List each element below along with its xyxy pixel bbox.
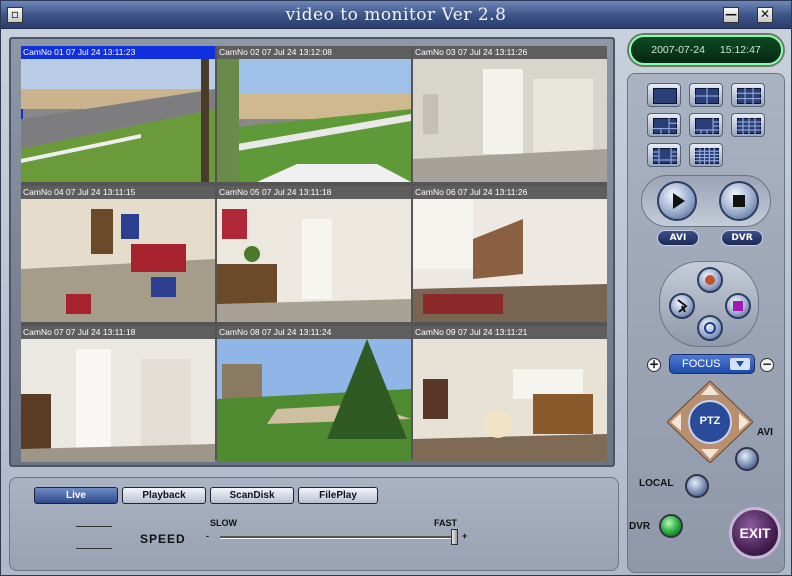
camera-feed-image xyxy=(21,339,215,462)
hand-icon xyxy=(705,275,715,285)
camera-tile-09[interactable]: CamNo 09 07 Jul 24 13:11:21 xyxy=(413,326,607,462)
layout-4x4-icon xyxy=(737,118,761,134)
avi-label: AVI xyxy=(757,427,773,438)
camera-caption: CamNo 01 07 Jul 24 13:11:23 xyxy=(21,46,215,59)
layout-1x1-button[interactable] xyxy=(647,83,681,107)
layout-1plus5-icon xyxy=(653,118,677,134)
layout-2x2-button[interactable] xyxy=(689,83,723,107)
camera-tile-08[interactable]: CamNo 08 07 Jul 24 13:11:24 xyxy=(217,326,411,462)
speed-fast-label: FAST xyxy=(434,518,458,528)
camera-feed-image xyxy=(21,59,215,182)
refresh-button[interactable] xyxy=(697,315,723,341)
camera-feed-image xyxy=(413,59,607,182)
layout-1plus7-icon xyxy=(695,118,719,134)
window-title: video to monitor Ver 2.8 xyxy=(285,5,507,25)
focus-plus-button[interactable]: + xyxy=(647,358,661,372)
tab-live[interactable]: Live xyxy=(34,487,118,504)
layout-4x4-button[interactable] xyxy=(731,113,765,137)
divider xyxy=(76,548,112,549)
camera-tile-07[interactable]: CamNo 07 07 Jul 24 13:11:18 xyxy=(21,326,215,462)
focus-select[interactable]: FOCUS xyxy=(669,354,755,374)
tab-fileplay[interactable]: FilePlay xyxy=(298,487,378,504)
layout-5x5-icon xyxy=(695,148,719,164)
focus-minus-button[interactable]: − xyxy=(760,358,774,372)
dvr-indicator-button[interactable] xyxy=(659,514,683,538)
clock-time: 15:12:47 xyxy=(719,44,761,56)
camera-tile-05[interactable]: CamNo 05 07 Jul 24 13:11:18 xyxy=(217,186,411,322)
app-window: ▫ video to monitor Ver 2.8 — ✕ CamNo 01 … xyxy=(0,0,792,576)
close-button[interactable]: ✕ xyxy=(757,7,773,23)
speed-minus-label: - xyxy=(206,531,209,541)
camera-feed-image xyxy=(21,199,215,322)
camera-feed-image xyxy=(413,339,607,462)
layout-1plus7-button[interactable] xyxy=(689,113,723,137)
focus-select-value: FOCUS xyxy=(682,358,721,370)
camera-caption: CamNo 02 07 Jul 24 13:12:08 xyxy=(217,46,411,59)
camera-caption: CamNo 04 07 Jul 24 13:11:15 xyxy=(21,186,215,199)
camera-tile-03[interactable]: CamNo 03 07 Jul 24 13:11:26 xyxy=(413,46,607,182)
speed-slow-label: SLOW xyxy=(210,518,237,528)
play-button[interactable] xyxy=(657,181,697,221)
layout-3x3-icon xyxy=(737,88,761,104)
camera-tile-06[interactable]: CamNo 06 07 Jul 24 13:11:26 xyxy=(413,186,607,322)
dvr-label: DVR xyxy=(629,521,651,532)
camera-feed-image xyxy=(217,199,411,322)
camera-feed-image xyxy=(413,199,607,322)
divider xyxy=(76,526,112,527)
record-button[interactable] xyxy=(725,293,751,319)
ptz-center-label: PTZ xyxy=(699,415,721,427)
camera-tile-04[interactable]: CamNo 04 07 Jul 24 13:11:15 xyxy=(21,186,215,322)
camera-caption: CamNo 03 07 Jul 24 13:11:26 xyxy=(413,46,607,59)
speed-label: SPEED xyxy=(140,532,186,546)
figure-button[interactable] xyxy=(669,293,695,319)
layout-1plus12-icon xyxy=(653,148,677,164)
camera-tile-02[interactable]: CamNo 02 07 Jul 24 13:12:08 xyxy=(217,46,411,182)
layout-1plus12-button[interactable] xyxy=(647,143,681,167)
stop-button[interactable] xyxy=(719,181,759,221)
title-bar: ▫ video to monitor Ver 2.8 — ✕ xyxy=(1,1,791,29)
avi-indicator-button[interactable] xyxy=(735,447,759,471)
square-purple-icon xyxy=(733,301,743,311)
control-panel: 2007-07-24 15:12:47 AVI DVR + FOCUS − PT… xyxy=(625,31,787,573)
video-panel: CamNo 01 07 Jul 24 13:11:23 CamNo 02 07 … xyxy=(9,37,615,467)
layout-1plus5-button[interactable] xyxy=(647,113,681,137)
refresh-icon xyxy=(704,322,716,334)
tab-scandisk[interactable]: ScanDisk xyxy=(210,487,294,504)
camera-grid: CamNo 01 07 Jul 24 13:11:23 CamNo 02 07 … xyxy=(21,46,607,462)
date-time-display: 2007-07-24 15:12:47 xyxy=(629,35,783,65)
camera-caption: CamNo 07 07 Jul 24 13:11:18 xyxy=(21,326,215,339)
speed-slider-thumb[interactable] xyxy=(451,529,458,545)
layout-3x3-button[interactable] xyxy=(731,83,765,107)
play-icon xyxy=(673,193,685,209)
stop-icon xyxy=(733,195,745,207)
snapshot-button[interactable] xyxy=(697,267,723,293)
camera-caption: CamNo 09 07 Jul 24 13:11:21 xyxy=(413,326,607,339)
camera-tile-01[interactable]: CamNo 01 07 Jul 24 13:11:23 xyxy=(21,46,215,182)
clock-date: 2007-07-24 xyxy=(651,44,705,56)
camera-caption: CamNo 08 07 Jul 24 13:11:24 xyxy=(217,326,411,339)
local-label: LOCAL xyxy=(639,478,674,489)
bottom-panel: Live Playback ScanDisk FilePlay SPEED SL… xyxy=(9,477,619,571)
exit-button[interactable]: EXIT xyxy=(729,507,781,559)
record-dvr-button[interactable]: DVR xyxy=(721,230,763,246)
camera-feed-image xyxy=(217,339,411,462)
tab-playback[interactable]: Playback xyxy=(122,487,206,504)
chevron-down-icon xyxy=(730,358,750,370)
record-avi-button[interactable]: AVI xyxy=(657,230,699,246)
speed-slider-track[interactable] xyxy=(220,536,458,539)
camera-caption: CamNo 05 07 Jul 24 13:11:18 xyxy=(217,186,411,199)
layout-5x5-button[interactable] xyxy=(689,143,723,167)
person-icon xyxy=(677,299,688,313)
minimize-button[interactable]: — xyxy=(723,7,739,23)
camera-caption: CamNo 06 07 Jul 24 13:11:26 xyxy=(413,186,607,199)
camera-feed-image xyxy=(217,59,411,182)
speed-plus-label: + xyxy=(462,531,468,541)
layout-2x2-icon xyxy=(695,88,719,104)
local-indicator-button[interactable] xyxy=(685,474,709,498)
layout-1x1-icon xyxy=(653,88,677,104)
